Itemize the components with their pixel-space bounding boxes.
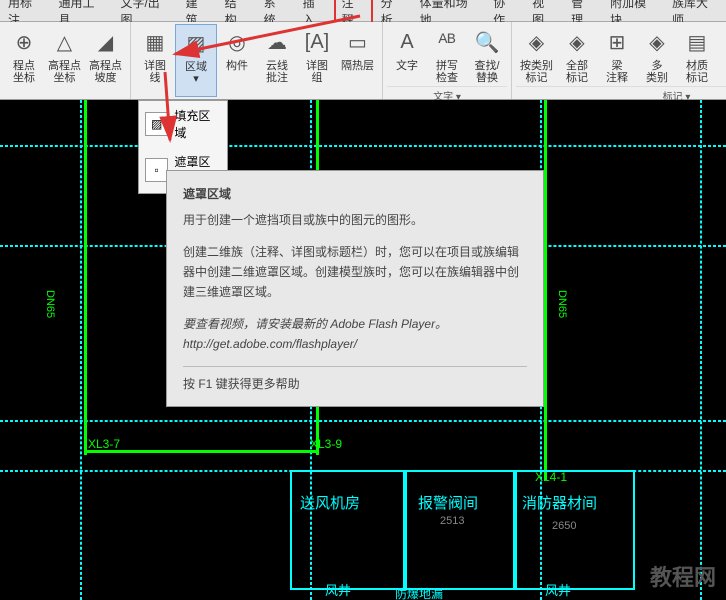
watermark: 教程网 — [650, 560, 716, 592]
btn-elev-slope[interactable]: ◢高程点 坡度 — [85, 24, 126, 97]
room1: 送风机房 — [300, 492, 360, 513]
material-icon: ▤ — [681, 26, 713, 58]
arrow-annotation-2 — [155, 70, 195, 150]
multi-icon: ◈ — [641, 26, 673, 58]
tooltip-desc: 用于创建一个遮挡项目或族中的图元的图形。 — [183, 210, 527, 230]
coord-icon: △ — [49, 26, 81, 58]
btn-spot-elev[interactable]: ⊕程点 坐标 — [4, 24, 44, 97]
tagcat-icon: ◈ — [521, 26, 553, 58]
help-tooltip: 遮罩区域 用于创建一个遮挡项目或族中的图元的图形。 创建二维族（注释、详图或标题… — [166, 170, 544, 407]
tooltip-title: 遮罩区域 — [183, 185, 527, 202]
area-icon: ▢ — [721, 26, 726, 58]
tooltip-body: 创建二维族（注释、详图或标题栏）时，您可以在项目或族编辑器中创建二维遮罩区域。创… — [183, 242, 527, 302]
room2: 报警阀间 — [418, 492, 478, 513]
slope-icon: ◢ — [90, 26, 122, 58]
beam-icon: ⊞ — [601, 26, 633, 58]
xl39: XL3-9 — [310, 437, 342, 451]
btn-find[interactable]: 🔍查找/ 替换 — [467, 24, 507, 86]
btn-multi[interactable]: ◈多 类别 — [637, 24, 677, 86]
dim1: 2513 — [440, 515, 464, 527]
xl37: XL3-7 — [88, 437, 120, 451]
btn-material[interactable]: ▤材质 标记 — [677, 24, 717, 86]
mask-region-icon: ▫ — [145, 158, 168, 182]
btn-tag-cat[interactable]: ◈按类别 标记 — [516, 24, 557, 86]
btn-text[interactable]: A文字 — [387, 24, 427, 86]
tooltip-flash: 要查看视频，请安装最新的 Adobe Flash Player。 http://… — [183, 314, 527, 354]
btn-beam[interactable]: ⊞梁 注释 — [597, 24, 637, 86]
spot-icon: ⊕ — [8, 26, 40, 58]
btn-tag-all[interactable]: ◈全部 标记 — [557, 24, 597, 86]
fj2: 风井 — [545, 580, 571, 599]
fb: 防爆地漏 — [395, 585, 443, 600]
btn-area[interactable]: ▢面积 标记 — [717, 24, 726, 86]
spell-icon: ᴬᴮ — [431, 26, 463, 58]
text-icon: A — [391, 26, 423, 58]
find-icon: 🔍 — [471, 26, 503, 58]
btn-spell[interactable]: ᴬᴮ拼写 检查 — [427, 24, 467, 86]
room3: 消防器材间 — [522, 492, 597, 513]
dim2: 2650 — [552, 520, 576, 532]
btn-elev-coord[interactable]: △高程点 坐标 — [44, 24, 85, 97]
tagall-icon: ◈ — [561, 26, 593, 58]
arrow-annotation-1 — [165, 14, 365, 114]
dn65-left: DN65 — [44, 290, 56, 318]
dn65-right: DN65 — [556, 290, 568, 318]
tooltip-help: 按 F1 键获得更多帮助 — [183, 366, 527, 392]
fj1: 风井 — [325, 580, 351, 599]
